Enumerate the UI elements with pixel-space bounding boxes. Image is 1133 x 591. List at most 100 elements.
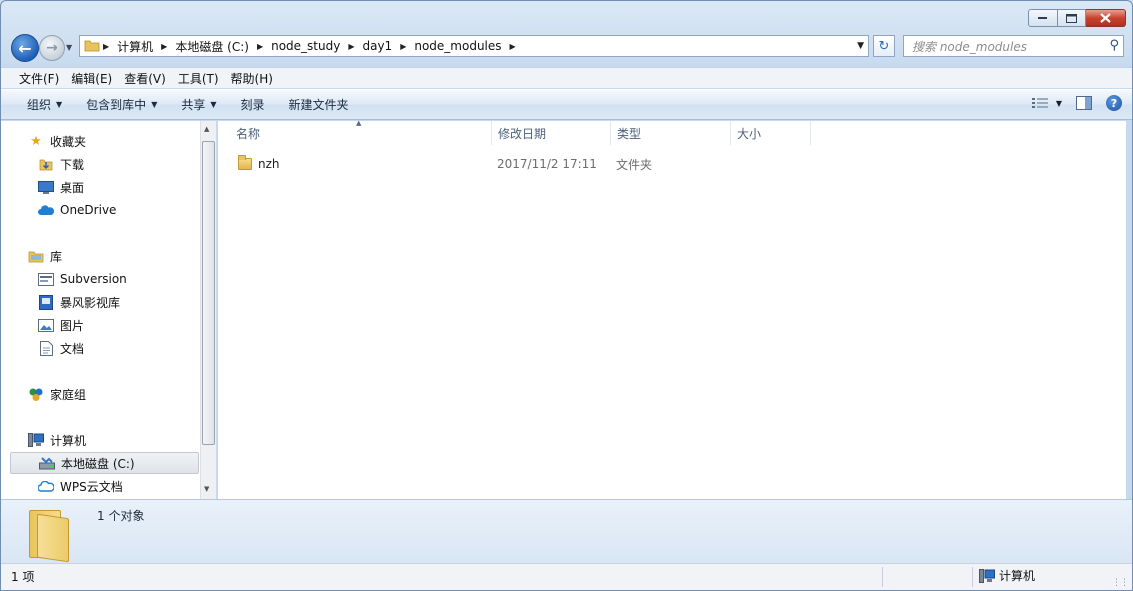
close-button[interactable] [1086, 9, 1126, 27]
status-divider [882, 567, 883, 587]
chevron-down-icon: ▼ [1055, 98, 1062, 108]
menu-edit[interactable]: 编辑(E) [65, 70, 118, 87]
toolbar-right: ▼ ? [1031, 95, 1122, 111]
cloud-icon [38, 202, 54, 218]
share-button[interactable]: 共享 ▼ [169, 96, 228, 113]
cloud-icon [38, 478, 54, 494]
nav-desktop[interactable]: 桌面 [38, 176, 84, 198]
breadcrumb-arrow-icon[interactable]: ▶ [507, 42, 519, 51]
breadcrumb-arrow-icon[interactable]: ▶ [254, 42, 266, 51]
nav-favorites-label: 收藏夹 [50, 134, 87, 149]
breadcrumb-local-disk[interactable]: 本地磁盘 (C:) [170, 36, 254, 56]
organize-button[interactable]: 组织 ▼ [15, 96, 74, 113]
address-bar[interactable]: ▶ 计算机 ▶ 本地磁盘 (C:) ▶ node_study ▶ day1 ▶ … [79, 35, 869, 57]
minimize-button[interactable] [1028, 9, 1058, 27]
column-header-modified[interactable]: 修改日期 [492, 121, 611, 145]
resize-grip-icon[interactable]: ⋮⋮ [1112, 578, 1129, 588]
nav-wps-cloud[interactable]: WPS云文档 [38, 475, 123, 497]
computer-icon [979, 568, 995, 583]
burn-button[interactable]: 刻录 [229, 96, 277, 113]
nav-desktop-label: 桌面 [60, 180, 85, 195]
nav-pictures-label: 图片 [60, 318, 85, 333]
breadcrumb-node-modules[interactable]: node_modules [409, 36, 506, 56]
restore-icon [1066, 13, 1077, 23]
nav-local-disk-label: 本地磁盘 (C:) [61, 456, 135, 471]
nav-libraries[interactable]: 库 [28, 245, 62, 267]
refresh-button[interactable]: ↻ [873, 35, 895, 57]
breadcrumb-day1[interactable]: day1 [357, 36, 397, 56]
details-pane: 1 个对象 [1, 499, 1132, 563]
star-icon: ★ [30, 133, 42, 149]
breadcrumb-arrow-icon[interactable]: ▶ [158, 42, 170, 51]
nav-computer-label: 计算机 [50, 433, 87, 448]
back-button[interactable]: ← [11, 34, 39, 62]
breadcrumb-arrow-icon[interactable]: ▶ [100, 42, 112, 51]
documents-icon [38, 340, 54, 356]
preview-pane-icon[interactable] [1076, 96, 1092, 110]
menu-file[interactable]: 文件(F) [13, 70, 65, 87]
homegroup-icon [28, 386, 44, 402]
nav-subversion[interactable]: Subversion [38, 268, 127, 290]
nav-onedrive[interactable]: OneDrive [38, 199, 116, 221]
file-list-pane: ▲ 名称 修改日期 类型 大小 nzh 2017/11/2 17:11 文件夹 [218, 119, 1126, 499]
desktop-icon [38, 179, 54, 195]
help-icon[interactable]: ? [1106, 95, 1122, 111]
video-library-icon [38, 294, 54, 310]
scroll-up-icon[interactable]: ▲ [204, 125, 209, 133]
scrollbar-thumb[interactable] [202, 141, 215, 445]
nav-baofeng[interactable]: 暴风影视库 [38, 291, 120, 313]
library-icon [28, 248, 44, 264]
menu-view[interactable]: 查看(V) [118, 70, 172, 87]
nav-local-disk[interactable]: 本地磁盘 (C:) [10, 452, 199, 474]
recent-pages-dropdown[interactable]: ▼ [66, 43, 72, 52]
nav-downloads-label: 下载 [60, 157, 85, 172]
scroll-down-icon[interactable]: ▼ [204, 485, 209, 493]
column-header-name[interactable]: 名称 [230, 121, 492, 145]
search-icon[interactable]: ⚲ [1109, 38, 1119, 53]
close-icon [1100, 13, 1111, 23]
chevron-down-icon: ▼ [210, 100, 217, 109]
search-input[interactable]: 搜索 node_modules ⚲ [903, 35, 1124, 57]
subversion-library-icon [38, 271, 54, 287]
breadcrumb-node-study[interactable]: node_study [266, 36, 345, 56]
folder-icon [84, 38, 100, 55]
file-row[interactable]: nzh 2017/11/2 17:11 文件夹 [218, 153, 818, 175]
command-toolbar: 组织 ▼ 包含到库中 ▼ 共享 ▼ 刻录 新建文件夹 ▼ ? [1, 89, 1132, 120]
computer-icon [28, 432, 44, 448]
details-view-icon [1031, 98, 1048, 108]
nav-documents[interactable]: 文档 [38, 337, 84, 359]
maximize-button[interactable] [1058, 9, 1086, 27]
breadcrumb-arrow-icon[interactable]: ▶ [397, 42, 409, 51]
nav-computer[interactable]: 计算机 [28, 429, 86, 451]
nav-wps-cloud-label: WPS云文档 [60, 479, 123, 494]
status-location: 计算机 [979, 567, 1035, 584]
menu-help[interactable]: 帮助(H) [225, 70, 279, 87]
menu-tools[interactable]: 工具(T) [172, 70, 225, 87]
nav-onedrive-label: OneDrive [60, 203, 117, 217]
view-options-button[interactable]: ▼ [1031, 97, 1062, 109]
navigation-pane: ★ 收藏夹 下载 桌面 OneDrive 库 Subversion 暴风影视库 图… [1, 121, 201, 499]
back-arrow-icon: ← [18, 38, 32, 58]
minimize-icon [1038, 17, 1047, 19]
forward-button[interactable]: → [39, 35, 65, 61]
navigation-scrollbar[interactable]: ▲ ▼ [200, 121, 216, 499]
nav-downloads[interactable]: 下载 [38, 153, 84, 175]
nav-homegroup[interactable]: 家庭组 [28, 383, 86, 405]
breadcrumb-arrow-icon[interactable]: ▶ [345, 42, 357, 51]
breadcrumb-computer[interactable]: 计算机 [112, 36, 158, 56]
column-header-size[interactable]: 大小 [731, 121, 811, 145]
file-name-cell: nzh [238, 153, 280, 175]
nav-libraries-label: 库 [50, 249, 63, 264]
refresh-icon: ↻ [878, 38, 890, 54]
hard-drive-icon [39, 455, 55, 471]
include-in-library-button[interactable]: 包含到库中 ▼ [74, 96, 169, 113]
nav-favorites[interactable]: ★ 收藏夹 [28, 130, 86, 152]
caption-buttons [1028, 9, 1126, 27]
nav-pictures[interactable]: 图片 [38, 314, 84, 336]
column-header-type[interactable]: 类型 [611, 121, 731, 145]
address-row: ← → ▼ ▶ 计算机 ▶ 本地磁盘 (C:) ▶ node_study ▶ d… [1, 31, 1132, 63]
chevron-down-icon: ▼ [56, 100, 63, 109]
share-label: 共享 [181, 98, 206, 112]
address-history-dropdown[interactable]: ▼ [857, 41, 864, 51]
new-folder-button[interactable]: 新建文件夹 [277, 96, 361, 113]
